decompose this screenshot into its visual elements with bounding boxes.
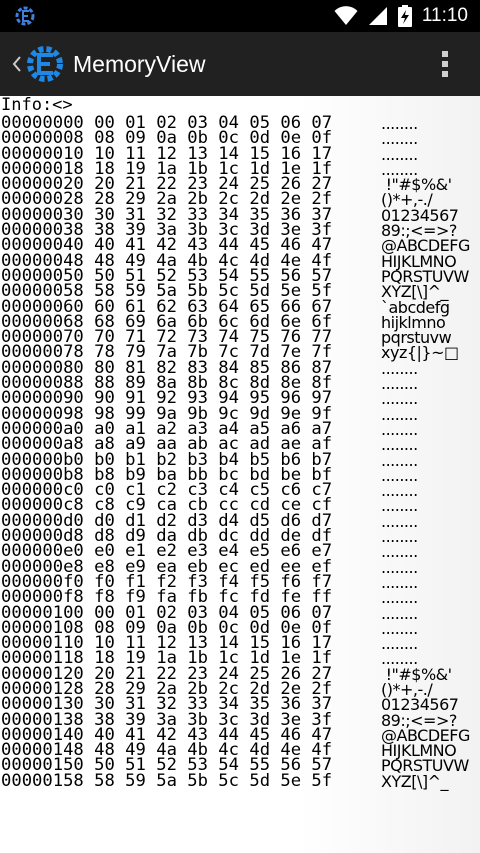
memory-row-hex: 00000158 58 59 5a 5b 5c 5d 5e 5f bbox=[1, 770, 333, 791]
status-time: 11:10 bbox=[421, 5, 468, 26]
memory-row[interactable]: 00000158 58 59 5a 5b 5c 5d 5e 5f XYZ[\]^_ bbox=[0, 770, 480, 791]
status-bar: 11:10 bbox=[0, 0, 480, 32]
memory-rows[interactable]: 00000000 00 01 02 03 04 05 06 07........… bbox=[0, 114, 480, 791]
cheat-engine-logo-icon[interactable] bbox=[24, 43, 66, 85]
app-title: MemoryView bbox=[73, 50, 206, 77]
overflow-menu-icon bbox=[442, 61, 448, 67]
status-icons: 11:10 bbox=[334, 0, 468, 32]
back-button[interactable] bbox=[0, 32, 22, 96]
overflow-menu-icon bbox=[442, 51, 448, 57]
signal-icon bbox=[368, 7, 387, 25]
battery-charging-icon bbox=[397, 5, 412, 27]
cheat-engine-notification-icon bbox=[15, 6, 35, 26]
memory-view-panel[interactable]: Info:<> 00000000 00 01 02 03 04 05 06 07… bbox=[0, 96, 480, 853]
wifi-icon bbox=[334, 6, 358, 25]
back-chevron-icon bbox=[12, 56, 21, 72]
memory-row-ascii: XYZ[\]^_ bbox=[381, 771, 448, 791]
overflow-menu-button[interactable] bbox=[430, 32, 460, 96]
overflow-menu-icon bbox=[442, 71, 448, 77]
app-bar: MemoryView bbox=[0, 32, 480, 96]
